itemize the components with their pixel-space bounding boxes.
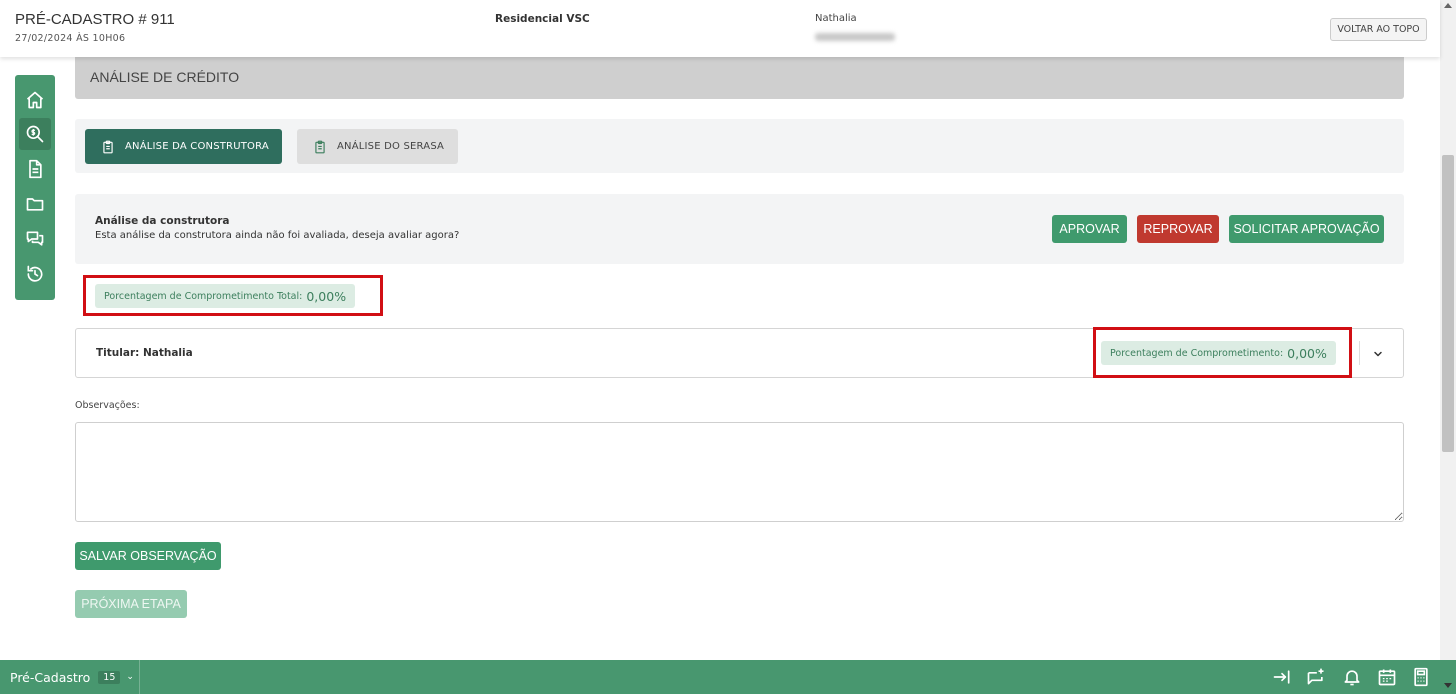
bottom-tab-precadastro[interactable]: Pré-Cadastro 15 ⌄ bbox=[0, 660, 140, 694]
collapse-right-icon[interactable] bbox=[1272, 667, 1292, 687]
history-icon bbox=[27, 265, 43, 282]
section-title: ANÁLISE DE CRÉDITO bbox=[90, 69, 240, 85]
message-add-icon[interactable] bbox=[1306, 667, 1326, 687]
nav-credit-analysis[interactable] bbox=[19, 118, 51, 150]
project-name: Residencial VSC bbox=[495, 13, 590, 25]
tab-serasa-analysis[interactable]: ANÁLISE DO SERASA bbox=[297, 129, 458, 164]
tab-label: ANÁLISE DA CONSTRUTORA bbox=[125, 141, 269, 152]
analysis-title: Análise da construtora bbox=[95, 215, 230, 227]
chat-icon bbox=[26, 231, 44, 246]
bottom-tab-label: Pré-Cadastro bbox=[10, 669, 91, 685]
next-step-button[interactable]: PRÓXIMA ETAPA bbox=[75, 590, 187, 618]
client-document-redacted bbox=[815, 33, 895, 41]
page-title: PRÉ-CADASTRO # 911 bbox=[15, 11, 175, 28]
scroll-thumb[interactable] bbox=[1442, 155, 1454, 452]
total-commitment-label: Porcentagem de Comprometimento Total: bbox=[104, 290, 303, 302]
nav-history[interactable] bbox=[19, 258, 51, 290]
holder-commitment-badge: Porcentagem de Comprometimento: 0,00% bbox=[1101, 341, 1336, 365]
document-icon bbox=[29, 159, 42, 179]
client-name: Nathalia bbox=[815, 13, 857, 24]
created-date: 27/02/2024 ÀS 10H06 bbox=[15, 33, 126, 44]
save-observation-button[interactable]: SALVAR OBSERVAÇÃO bbox=[75, 542, 221, 570]
nav-chat[interactable] bbox=[19, 223, 51, 255]
analysis-description: Esta análise da construtora ainda não fo… bbox=[95, 230, 460, 241]
credit-analysis-icon bbox=[26, 125, 44, 143]
folder-icon bbox=[26, 198, 44, 211]
calendar-icon[interactable] bbox=[1377, 667, 1397, 687]
observations-label: Observações: bbox=[75, 400, 140, 411]
calculator-icon[interactable] bbox=[1411, 667, 1431, 687]
holder-label: Titular: Nathalia bbox=[96, 347, 193, 359]
expand-toggle[interactable] bbox=[1368, 345, 1388, 363]
total-commitment-value: 0,00% bbox=[306, 288, 347, 304]
total-commitment-badge: Porcentagem de Comprometimento Total: 0,… bbox=[95, 284, 356, 308]
top-header: PRÉ-CADASTRO # 911 27/02/2024 ÀS 10H06 R… bbox=[0, 0, 1440, 57]
analysis-tabs: ANÁLISE DA CONSTRUTORA ANÁLISE DO SERASA bbox=[75, 119, 1404, 173]
bottom-tab-count: 15 bbox=[98, 670, 121, 684]
home-icon bbox=[26, 91, 44, 109]
tab-label: ANÁLISE DO SERASA bbox=[337, 141, 445, 152]
scroll-up-arrow[interactable] bbox=[1444, 3, 1452, 8]
chevron-down-icon bbox=[1374, 351, 1382, 357]
bottom-bar: Pré-Cadastro 15 ⌄ bbox=[0, 660, 1456, 694]
tab-builder-analysis[interactable]: ANÁLISE DA CONSTRUTORA bbox=[85, 129, 282, 164]
divider bbox=[1359, 341, 1360, 365]
holder-commitment-label: Porcentagem de Comprometimento: bbox=[1110, 347, 1284, 359]
observations-textarea[interactable] bbox=[75, 422, 1404, 522]
section-header: ANÁLISE DE CRÉDITO bbox=[75, 57, 1404, 99]
nav-files[interactable] bbox=[19, 188, 51, 220]
back-to-top-button[interactable]: VOLTAR AO TOPO bbox=[1330, 18, 1427, 41]
chevron-down-icon: ⌄ bbox=[126, 672, 134, 682]
clipboard-icon bbox=[103, 140, 113, 153]
side-nav bbox=[15, 75, 55, 300]
request-approval-button[interactable]: SOLICITAR APROVAÇÃO bbox=[1229, 215, 1384, 243]
clipboard-icon bbox=[315, 140, 325, 153]
bell-icon[interactable] bbox=[1342, 667, 1362, 687]
builder-analysis-panel: Análise da construtora Esta análise da c… bbox=[75, 194, 1404, 264]
reject-button[interactable]: REPROVAR bbox=[1137, 215, 1219, 243]
scroll-down-arrow[interactable] bbox=[1444, 683, 1452, 688]
page-scrollbar[interactable] bbox=[1440, 0, 1456, 660]
nav-home[interactable] bbox=[19, 84, 51, 116]
nav-documents[interactable] bbox=[19, 153, 51, 185]
approve-button[interactable]: APROVAR bbox=[1052, 215, 1127, 243]
holder-commitment-value: 0,00% bbox=[1287, 345, 1327, 361]
